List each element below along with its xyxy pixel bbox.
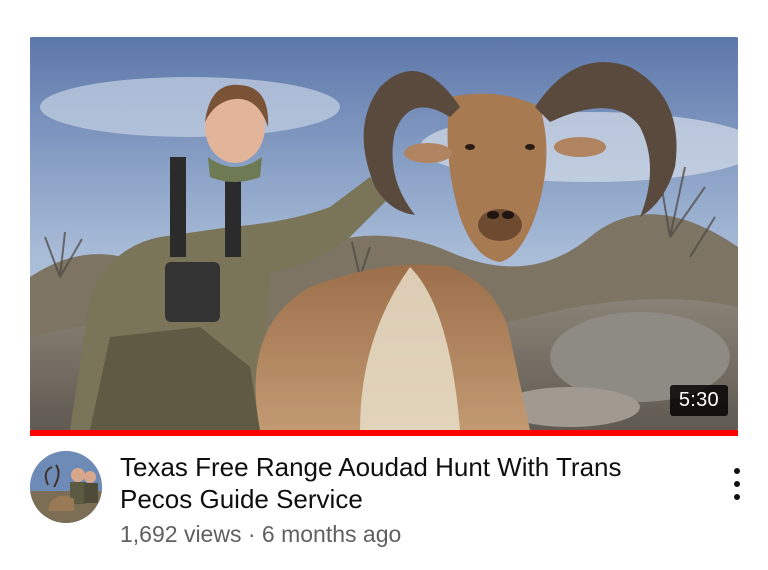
- channel-avatar[interactable]: [30, 451, 102, 523]
- upload-age: 6 months ago: [261, 521, 402, 547]
- menu-dot: [734, 494, 740, 500]
- watch-progress-fill: [30, 430, 738, 436]
- more-vert-icon[interactable]: [722, 466, 752, 502]
- thumbnail-image: [30, 37, 738, 430]
- view-count: 1,692 views: [120, 521, 242, 547]
- menu-dot: [734, 468, 740, 474]
- video-title[interactable]: Texas Free Range Aoudad Hunt With Trans …: [120, 451, 700, 515]
- menu-dot: [734, 481, 740, 487]
- video-thumbnail[interactable]: 5:30: [30, 37, 738, 430]
- avatar-image: [30, 451, 102, 523]
- meta-separator: ·: [247, 521, 256, 547]
- video-meta: 1,692 views · 6 months ago: [120, 519, 401, 549]
- duration-badge: 5:30: [669, 385, 728, 416]
- video-card[interactable]: 5:30 Texas Free Range Aoudad Hunt With T…: [0, 0, 768, 570]
- watch-progress-bar: [30, 430, 738, 436]
